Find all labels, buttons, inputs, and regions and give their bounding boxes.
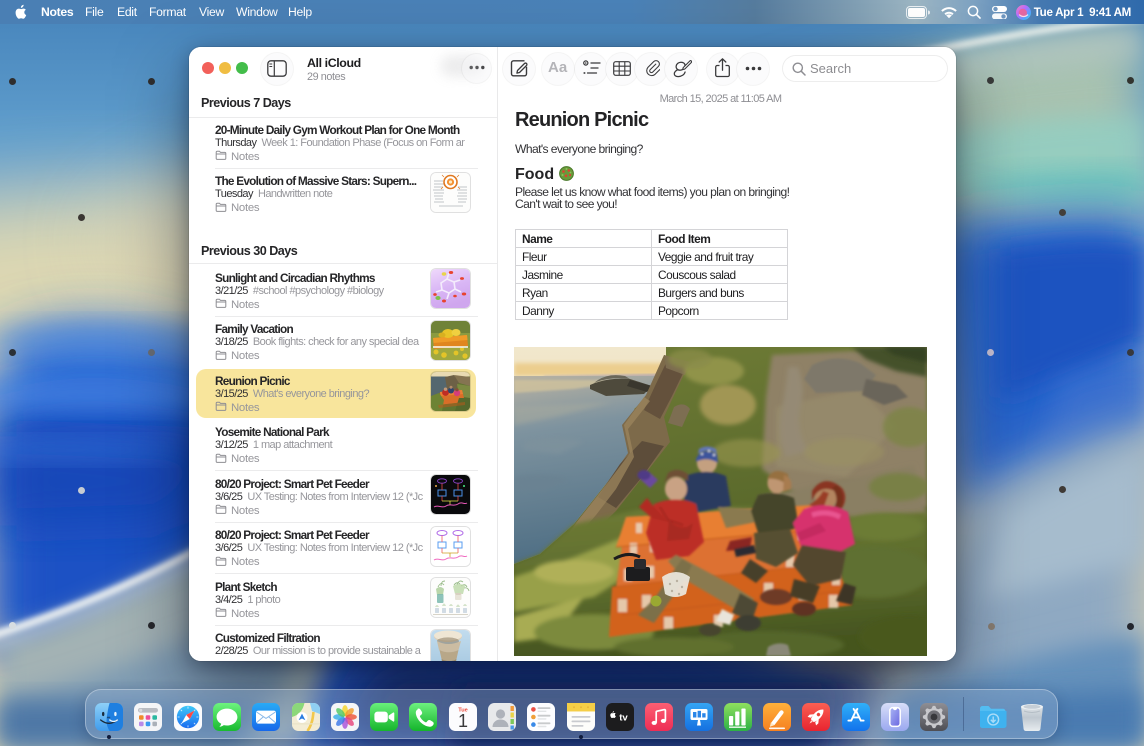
svg-text:tv: tv bbox=[619, 712, 628, 723]
svg-text:1: 1 bbox=[458, 711, 468, 731]
